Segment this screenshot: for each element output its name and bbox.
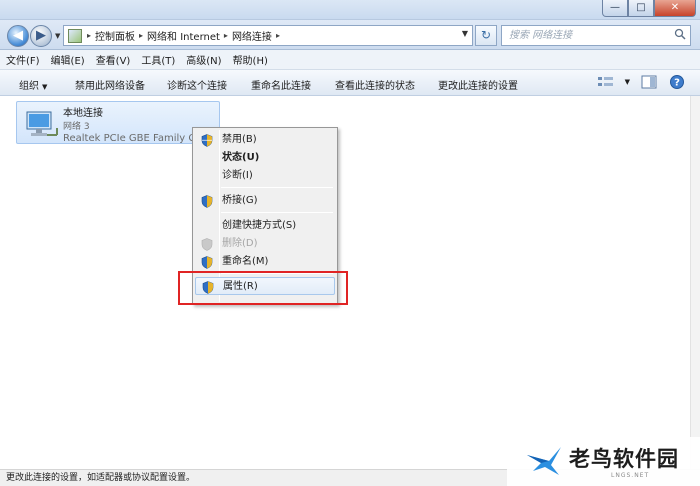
diagnose-button[interactable]: 诊断这个连接: [167, 77, 227, 92]
control-panel-icon: [68, 28, 82, 43]
connection-item-local[interactable]: 本地连接 网络 3 Realtek PCIe GBE Family Co: [16, 101, 220, 144]
menu-status-label: 状态(U): [222, 152, 260, 163]
watermark: 老鸟软件园 LNGS.NET: [507, 437, 700, 486]
refresh-icon: ↻: [480, 28, 492, 42]
preview-pane-icon[interactable]: [640, 74, 658, 90]
chevron-right-icon[interactable]: ▸: [224, 31, 228, 40]
chevron-right-icon[interactable]: ▸: [139, 31, 143, 40]
shield-icon: [201, 134, 213, 147]
menu-file[interactable]: 文件(F): [6, 52, 40, 67]
network-adapter-icon: [26, 111, 58, 136]
rename-button[interactable]: 重命名此连接: [251, 77, 311, 92]
command-bar: 组织 ▼ 禁用此网络设备 诊断这个连接 重命名此连接 查看此连接的状态 更改此连接…: [0, 70, 700, 96]
menu-status[interactable]: 状态(U): [195, 149, 335, 167]
watermark-sub: LNGS.NET: [611, 472, 650, 479]
menu-separator: [221, 187, 333, 188]
arrow-left-icon: ◀: [13, 28, 23, 43]
change-settings-button[interactable]: 更改此连接的设置: [438, 77, 518, 92]
scrollbar[interactable]: [690, 96, 700, 469]
menu-bridge-label: 桥接(G): [222, 195, 258, 206]
disable-device-button[interactable]: 禁用此网络设备: [75, 77, 145, 92]
menu-view[interactable]: 查看(V): [96, 52, 131, 67]
address-bar[interactable]: ▸ 控制面板 ▸ 网络和 Internet ▸ 网络连接 ▸ ▼: [63, 25, 473, 46]
search-input[interactable]: 搜索 网络连接: [501, 25, 691, 46]
menu-diagnose-label: 诊断(I): [222, 170, 253, 181]
menu-tools[interactable]: 工具(T): [141, 52, 175, 67]
svg-text:?: ?: [674, 78, 680, 89]
menu-edit[interactable]: 编辑(E): [51, 52, 85, 67]
view-controls: ▼ ?: [597, 74, 686, 90]
menu-separator: [221, 212, 333, 213]
menu-delete: 删除(D): [195, 235, 335, 253]
shield-icon: [201, 256, 213, 269]
menu-delete-label: 删除(D): [222, 238, 258, 249]
refresh-button[interactable]: ↻: [475, 25, 497, 46]
menu-create-shortcut[interactable]: 创建快捷方式(S): [195, 217, 335, 235]
organize-label: 组织: [19, 81, 39, 92]
menu-disable-label: 禁用(B): [222, 134, 257, 145]
menu-rename-label: 重命名(M): [222, 256, 269, 267]
connection-network: 网络 3: [63, 122, 90, 132]
menu-disable[interactable]: 禁用(B): [195, 131, 335, 149]
menu-bridge[interactable]: 桥接(G): [195, 192, 335, 210]
connections-list: 本地连接 网络 3 Realtek PCIe GBE Family Co: [0, 96, 700, 469]
title-bar: — □ ✕: [0, 0, 700, 20]
help-icon[interactable]: ?: [668, 74, 686, 90]
breadcrumb-control-panel[interactable]: 控制面板: [95, 28, 135, 43]
address-dropdown-icon[interactable]: ▼: [462, 29, 468, 38]
organize-button[interactable]: 组织 ▼: [19, 77, 47, 92]
menu-advanced[interactable]: 高级(N): [186, 52, 221, 67]
window-controls: — □ ✕: [602, 0, 696, 17]
chevron-right-icon[interactable]: ▸: [276, 31, 280, 40]
minimize-button[interactable]: —: [602, 0, 628, 17]
close-button[interactable]: ✕: [654, 0, 696, 17]
maximize-button[interactable]: □: [628, 0, 654, 17]
connection-name: 本地连接: [63, 108, 103, 119]
status-text: 更改此连接的设置，如适配器或协议配置设置。: [6, 473, 196, 483]
shield-icon: [201, 195, 213, 208]
menu-diagnose[interactable]: 诊断(I): [195, 167, 335, 185]
menu-bar: 文件(F) 编辑(E) 查看(V) 工具(T) 高级(N) 帮助(H): [0, 50, 700, 70]
menu-create-shortcut-label: 创建快捷方式(S): [222, 220, 297, 231]
change-view-icon[interactable]: [597, 74, 615, 90]
menu-rename[interactable]: 重命名(M): [195, 253, 335, 271]
menu-help[interactable]: 帮助(H): [233, 52, 268, 67]
search-placeholder: 搜索 网络连接: [509, 30, 573, 41]
breadcrumb-network-connections[interactable]: 网络连接: [232, 28, 272, 43]
chevron-right-icon: ▸: [87, 31, 92, 40]
shield-icon: [201, 238, 213, 251]
address-row: ◀ ▶ ▼ ▸ 控制面板 ▸ 网络和 Internet ▸ 网络连接 ▸ ▼ ↻…: [0, 20, 700, 50]
chevron-down-icon: ▼: [42, 83, 48, 91]
view-status-button[interactable]: 查看此连接的状态: [335, 77, 415, 92]
view-dropdown-icon[interactable]: ▼: [625, 78, 630, 86]
back-button[interactable]: ◀: [7, 25, 29, 47]
forward-button[interactable]: ▶: [30, 25, 52, 47]
recent-pages-dropdown[interactable]: ▼: [55, 32, 60, 40]
search-icon[interactable]: [674, 28, 686, 40]
bird-logo-icon: [527, 447, 561, 475]
highlight-annotation: [178, 271, 348, 305]
watermark-name: 老鸟软件园: [569, 447, 679, 471]
breadcrumb-network-internet[interactable]: 网络和 Internet: [147, 28, 220, 43]
arrow-right-icon: ▶: [36, 28, 46, 43]
